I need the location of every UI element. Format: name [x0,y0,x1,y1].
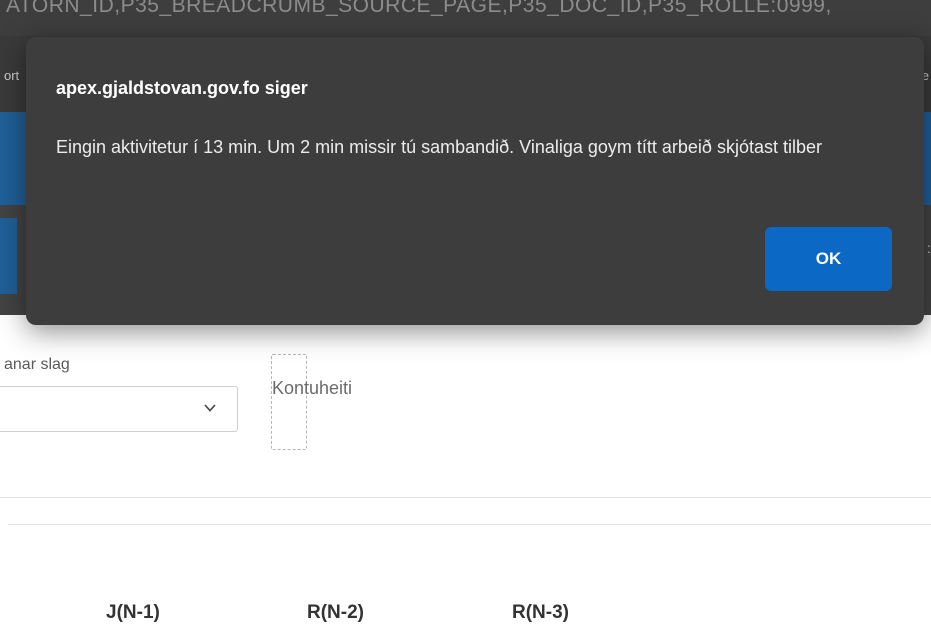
column-header[interactable]: R(N-2) [307,602,364,624]
account-name-label: Kontuheiti [272,378,353,398]
bookmark-item[interactable]: ort [4,68,19,83]
ok-button[interactable]: OK [765,227,892,291]
divider [8,524,931,525]
account-name-field[interactable] [271,354,307,450]
dialog-message: Eingin aktivitetur í 13 min. Um 2 min mi… [56,137,822,157]
column-header[interactable]: R(N-3) [512,602,569,624]
column-header[interactable]: J(N-1) [106,602,160,624]
more-icon[interactable]: : [927,240,931,264]
type-label: anar slag [4,356,70,373]
url-text: ATORN_ID,P35_BREADCRUMB_SOURCE_PAGE,P35_… [6,0,832,17]
dialog-title: apex.gjaldstovan.gov.fo siger [56,78,308,98]
chevron-down-icon [204,404,216,412]
side-tab[interactable] [0,218,17,294]
type-select[interactable] [0,386,238,432]
divider [0,497,931,498]
address-bar: ATORN_ID,P35_BREADCRUMB_SOURCE_PAGE,P35_… [0,0,931,36]
